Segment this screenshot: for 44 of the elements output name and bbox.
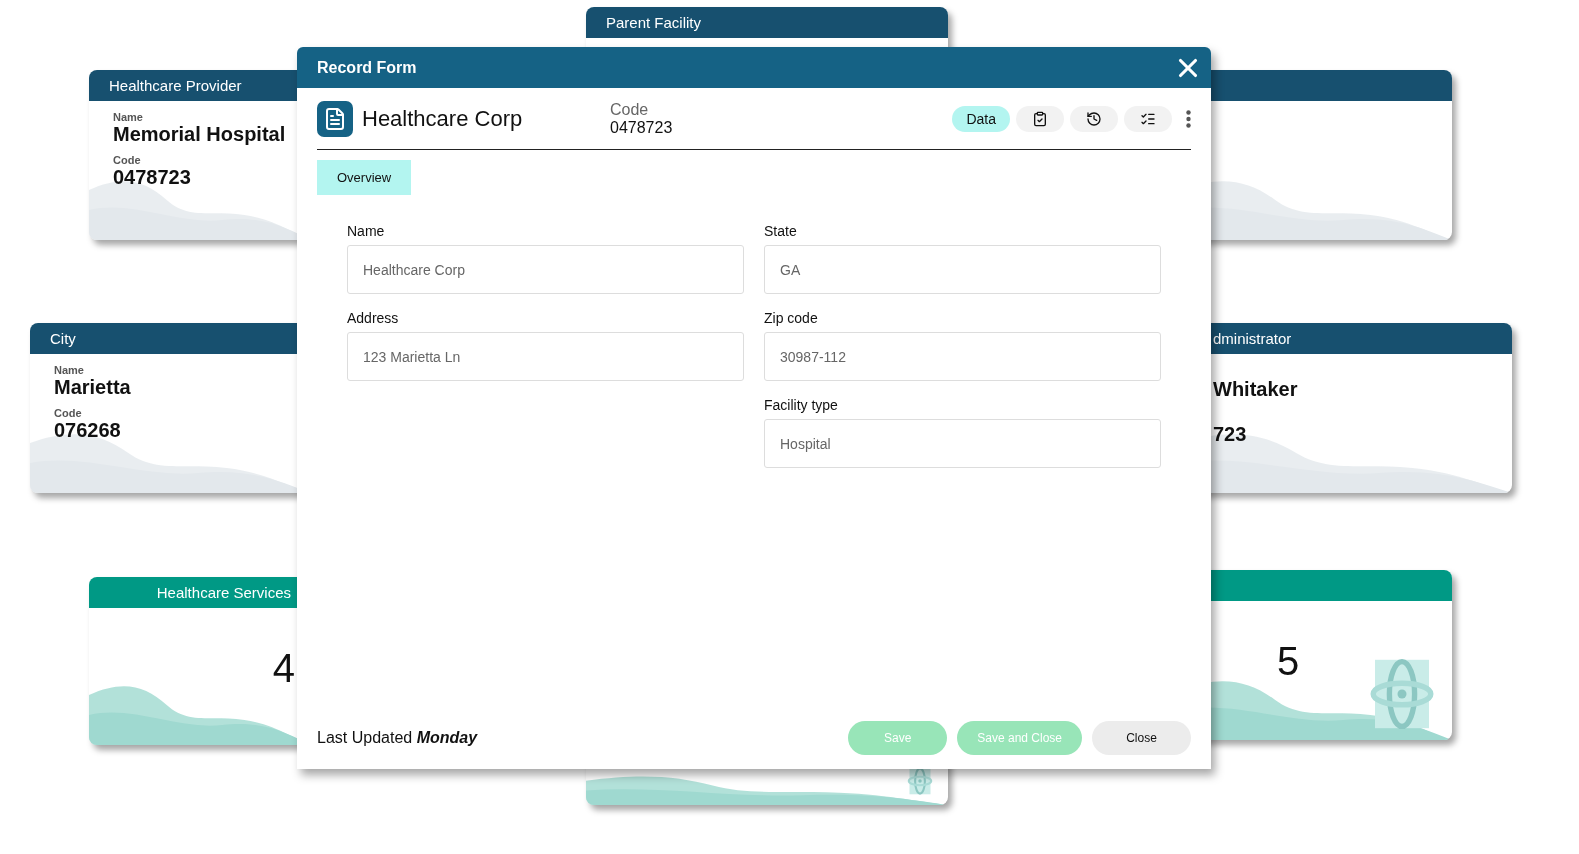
card-title: City [50,330,76,347]
field-value: 0478723 [113,166,192,189]
field-label: Name [113,111,144,123]
tab[interactable]: Overview [317,160,412,195]
input-field[interactable]: 123 Marietta Ln [347,332,744,381]
count-value: 4 [272,646,295,691]
more-button[interactable] [1186,109,1191,128]
last-updated-text: Last Updated Monday [317,729,478,747]
field-label: Name [54,364,85,376]
toolbar-button[interactable] [1070,105,1118,132]
field-label: Address [347,310,400,326]
field-label: Facility type [764,397,839,413]
field-label: Name [347,223,386,239]
field-label: Zip code [764,310,819,326]
count-value: 5 [1277,639,1300,684]
field-value: Marietta [54,376,132,399]
clipboard-check-icon [1032,110,1048,127]
data-button[interactable]: Data [952,105,1010,132]
card-title: Healthcare Services [156,584,291,601]
toolbar-button[interactable] [1016,105,1064,132]
input-field[interactable]: Healthcare Corp [347,245,744,294]
code-label: Code [610,100,650,119]
card-title: Parent Facility [606,14,702,31]
atom-icon [906,767,934,795]
input-field[interactable]: Hospital [764,419,1161,468]
toolbar-button[interactable] [1124,105,1172,132]
card-title: dministrator [1213,330,1292,347]
field-label: Code [54,407,83,419]
code-value: 0478723 [610,118,673,137]
field-value: 723 [1213,423,1248,446]
record-name: Healthcare Corp [362,105,524,132]
field-value: Memorial Hospital [113,123,287,146]
input-field[interactable]: GA [764,245,1161,294]
field-label: State [764,223,798,239]
field-value: 076268 [54,419,122,442]
history-icon [1086,110,1102,127]
field-value: Whitaker [1213,378,1299,401]
card-title: Healthcare Provider [109,77,242,94]
footer-button[interactable]: Close [1092,721,1191,755]
dialog-title: Record Form [317,58,417,77]
input-field[interactable]: 30987-112 [764,332,1161,381]
field-label: Code [113,154,142,166]
document-icon [317,100,353,137]
more-icon [1186,109,1191,128]
